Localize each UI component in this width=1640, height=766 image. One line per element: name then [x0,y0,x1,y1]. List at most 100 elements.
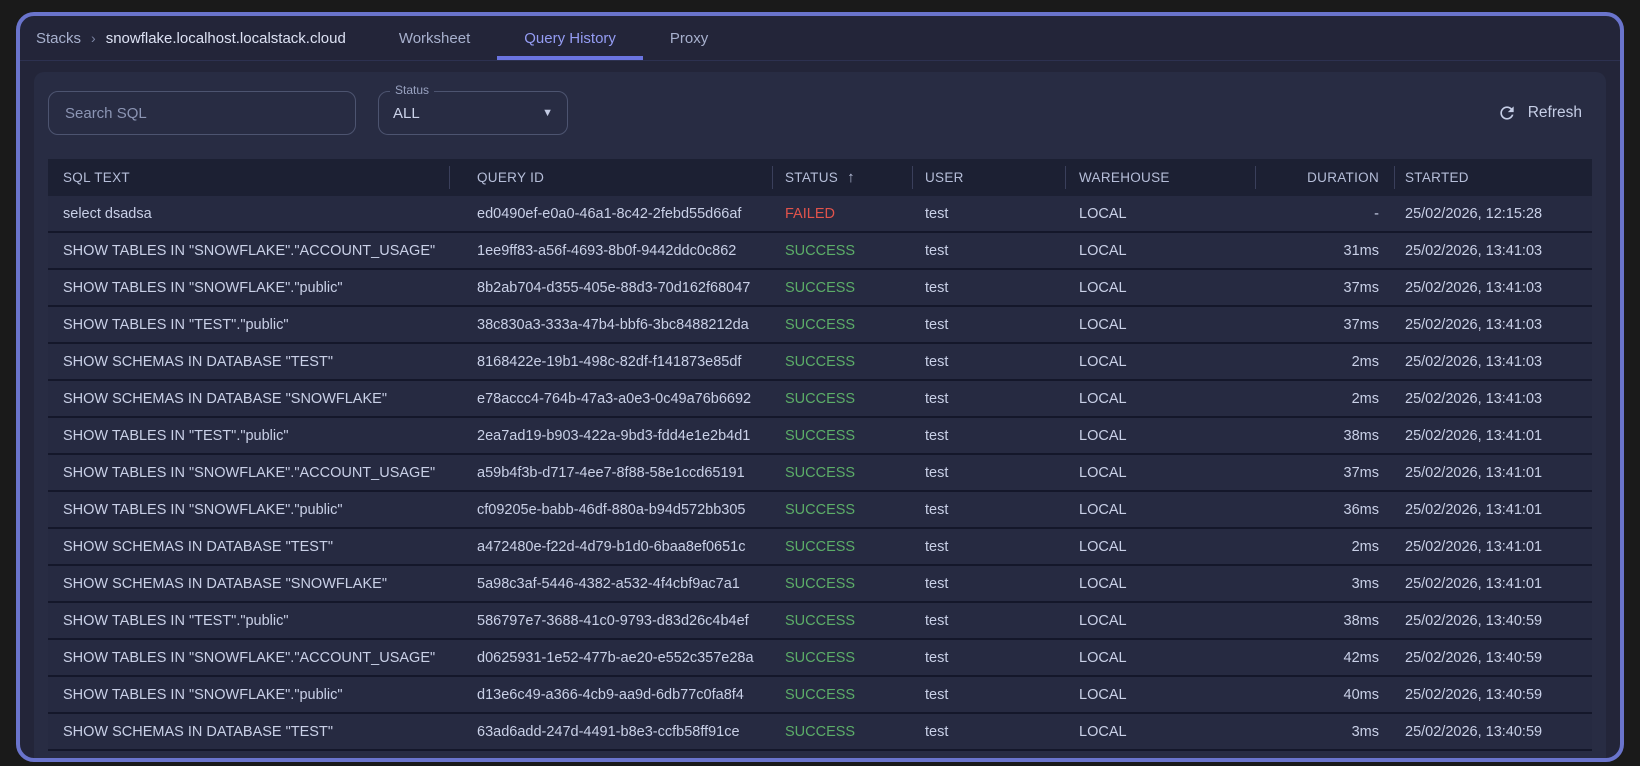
cell-user: test [925,279,949,296]
tab-worksheet[interactable]: Worksheet [372,16,497,60]
cell-duration: 37ms [1343,464,1379,481]
cell-warehouse: LOCAL [1079,279,1127,296]
search-input[interactable] [48,91,356,135]
table-row[interactable]: SHOW TABLES IN "TEST"."public" 586797e7-… [48,603,1592,640]
cell-status: SUCCESS [785,501,856,518]
table-row[interactable]: SHOW TABLES IN "SNOWFLAKE"."ACCOUNT_USAG… [48,640,1592,677]
cell-warehouse: LOCAL [1079,649,1127,666]
cell-sql-text: SHOW TABLES IN "SNOWFLAKE"."ACCOUNT_USAG… [63,242,436,259]
cell-status: SUCCESS [785,686,856,703]
cell-status: SUCCESS [785,242,856,259]
cell-warehouse: LOCAL [1079,353,1127,370]
cell-status: SUCCESS [785,316,856,333]
cell-sql-text: SHOW TABLES IN "TEST"."public" [63,316,289,333]
cell-duration: 42ms [1343,649,1379,666]
cell-sql-text: SHOW SCHEMAS IN DATABASE "TEST" [63,723,333,740]
column-header-user[interactable]: USER [912,159,1065,196]
cell-user: test [925,649,949,666]
cell-warehouse: LOCAL [1079,316,1127,333]
breadcrumb-separator-icon: › [91,30,96,46]
cell-sql-text: SHOW SCHEMAS IN DATABASE "SNOWFLAKE" [63,575,387,592]
cell-status: SUCCESS [785,464,856,481]
cell-user: test [925,612,949,629]
cell-user: test [925,723,949,740]
cell-sql-text: SHOW TABLES IN "SNOWFLAKE"."ACCOUNT_USAG… [63,464,436,481]
breadcrumb-stacks[interactable]: Stacks [36,30,81,47]
table-row[interactable]: SHOW SCHEMAS IN DATABASE "TEST" a472480e… [48,529,1592,566]
table-row[interactable]: SHOW SCHEMAS IN DATABASE "SNOWFLAKE" e78… [48,381,1592,418]
column-header-warehouse[interactable]: WAREHOUSE [1065,159,1255,196]
cell-duration: 2ms [1351,390,1379,407]
cell-warehouse: LOCAL [1079,390,1127,407]
column-header-sql-text[interactable]: SQL TEXT [48,159,449,196]
table-row[interactable]: SHOW TABLES IN "SNOWFLAKE"."public" 8b2a… [48,270,1592,307]
column-header-duration[interactable]: DURATION [1255,159,1394,196]
column-header-status[interactable]: STATUS ↑ [772,159,912,196]
refresh-icon [1497,103,1517,123]
cell-duration: 38ms [1343,612,1379,629]
cell-status: SUCCESS [785,575,856,592]
table-row[interactable]: select dsadsa ed0490ef-e0a0-46a1-8c42-2f… [48,196,1592,233]
cell-query-id: ed0490ef-e0a0-46a1-8c42-2febd55d66af [477,205,742,222]
table-body: select dsadsa ed0490ef-e0a0-46a1-8c42-2f… [48,196,1592,751]
cell-user: test [925,575,949,592]
cell-sql-text: SHOW SCHEMAS IN DATABASE "SNOWFLAKE" [63,390,387,407]
cell-sql-text: SHOW TABLES IN "SNOWFLAKE"."public" [63,686,343,703]
cell-started: 25/02/2026, 13:41:01 [1405,464,1543,481]
table-row[interactable]: SHOW SCHEMAS IN DATABASE "SNOWFLAKE" 5a9… [48,566,1592,603]
table-row[interactable]: SHOW TABLES IN "SNOWFLAKE"."ACCOUNT_USAG… [48,455,1592,492]
cell-sql-text: SHOW SCHEMAS IN DATABASE "TEST" [63,353,333,370]
cell-user: test [925,427,949,444]
cell-query-id: 63ad6add-247d-4491-b8e3-ccfb58ff91ce [477,723,740,740]
refresh-button[interactable]: Refresh [1497,103,1592,123]
column-label: DURATION [1307,170,1379,185]
cell-query-id: a59b4f3b-d717-4ee7-8f88-58e1ccd65191 [477,464,745,481]
cell-query-id: 586797e7-3688-41c0-9793-d83d26c4b4ef [477,612,749,629]
table-row[interactable]: SHOW SCHEMAS IN DATABASE "TEST" 63ad6add… [48,714,1592,751]
status-select[interactable]: Status ALL ▼ [378,83,568,135]
cell-warehouse: LOCAL [1079,501,1127,518]
tab-proxy[interactable]: Proxy [643,16,735,60]
cell-sql-text: SHOW TABLES IN "SNOWFLAKE"."public" [63,279,343,296]
cell-user: test [925,390,949,407]
breadcrumb: Stacks › snowflake.localhost.localstack.… [36,16,346,60]
table-row[interactable]: SHOW TABLES IN "SNOWFLAKE"."public" cf09… [48,492,1592,529]
cell-duration: 2ms [1351,538,1379,555]
cell-started: 25/02/2026, 13:40:59 [1405,612,1543,629]
cell-user: test [925,242,949,259]
tab-query-history[interactable]: Query History [497,16,643,60]
column-label: SQL TEXT [63,170,130,185]
cell-query-id: d0625931-1e52-477b-ae20-e552c357e28a [477,649,754,666]
cell-duration: 38ms [1343,427,1379,444]
cell-sql-text: SHOW TABLES IN "TEST"."public" [63,612,289,629]
column-header-started[interactable]: STARTED [1394,159,1592,196]
table-row[interactable]: SHOW SCHEMAS IN DATABASE "TEST" 8168422e… [48,344,1592,381]
cell-started: 25/02/2026, 13:40:59 [1405,723,1543,740]
cell-status: SUCCESS [785,279,856,296]
table-row[interactable]: SHOW TABLES IN "TEST"."public" 38c830a3-… [48,307,1592,344]
cell-warehouse: LOCAL [1079,723,1127,740]
cell-query-id: 5a98c3af-5446-4382-a532-4f4cbf9ac7a1 [477,575,740,592]
cell-warehouse: LOCAL [1079,538,1127,555]
cell-started: 25/02/2026, 12:15:28 [1405,205,1543,222]
cell-warehouse: LOCAL [1079,612,1127,629]
column-header-query-id[interactable]: QUERY ID [449,159,772,196]
filter-toolbar: Status ALL ▼ Refresh [48,83,1592,135]
cell-started: 25/02/2026, 13:41:01 [1405,538,1543,555]
table-row[interactable]: SHOW TABLES IN "TEST"."public" 2ea7ad19-… [48,418,1592,455]
cell-started: 25/02/2026, 13:41:01 [1405,501,1543,518]
cell-duration: 37ms [1343,316,1379,333]
cell-duration: 31ms [1343,242,1379,259]
column-label: QUERY ID [477,170,545,185]
cell-user: test [925,464,949,481]
cell-sql-text: SHOW TABLES IN "SNOWFLAKE"."ACCOUNT_USAG… [63,649,436,666]
cell-status: SUCCESS [785,538,856,555]
cell-sql-text: SHOW TABLES IN "SNOWFLAKE"."public" [63,501,343,518]
status-select-value: ALL [393,104,420,122]
table-row[interactable]: SHOW TABLES IN "SNOWFLAKE"."public" d13e… [48,677,1592,714]
cell-user: test [925,205,949,222]
cell-started: 25/02/2026, 13:41:03 [1405,316,1543,333]
cell-warehouse: LOCAL [1079,686,1127,703]
table-row[interactable]: SHOW TABLES IN "SNOWFLAKE"."ACCOUNT_USAG… [48,233,1592,270]
column-label: STATUS [785,170,839,185]
